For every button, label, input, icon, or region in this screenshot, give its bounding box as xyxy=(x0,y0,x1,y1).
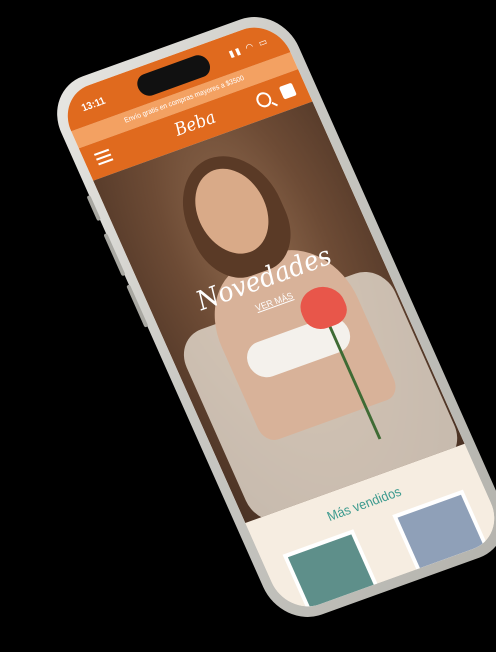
product-card[interactable] xyxy=(282,529,387,617)
status-time: 13:11 xyxy=(80,95,108,115)
shopping-bag-icon[interactable] xyxy=(278,82,297,100)
product-image xyxy=(287,534,382,617)
side-button xyxy=(86,195,102,222)
brand-logo[interactable]: Beba xyxy=(171,107,219,140)
product-card[interactable] xyxy=(391,489,496,592)
phone-screen: 13:11 ▮▮ ◠ ▭ Envío gratis en compras may… xyxy=(55,17,496,617)
search-icon[interactable] xyxy=(253,90,274,110)
phone-frame: 13:11 ▮▮ ◠ ▭ Envío gratis en compras may… xyxy=(42,5,496,629)
hamburger-menu-icon[interactable] xyxy=(93,148,114,166)
hero-banner[interactable]: Novedades VER MÁS xyxy=(93,101,465,523)
product-image xyxy=(397,494,491,587)
signal-wifi-battery-icon: ▮▮ ◠ ▭ xyxy=(227,35,271,60)
